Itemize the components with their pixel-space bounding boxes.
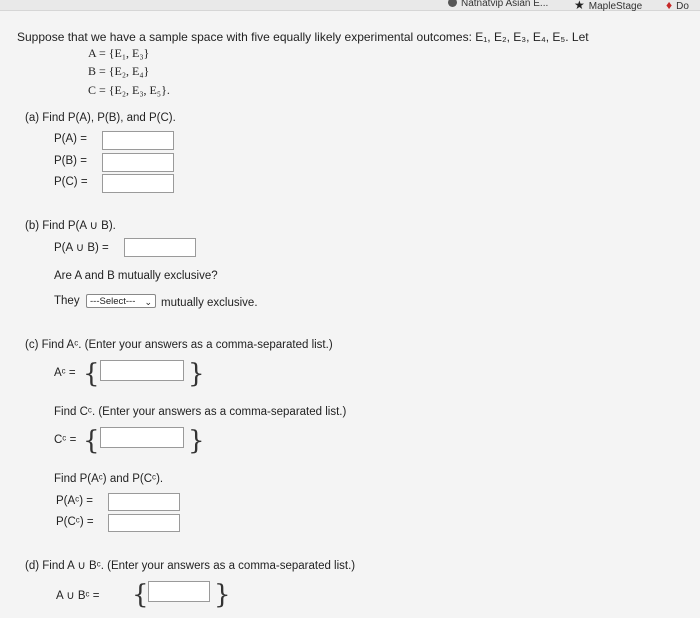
left-brace: { (83, 426, 100, 456)
part-b-prompt: (b) Find P(A ∪ B). (25, 220, 116, 232)
chevron-down-icon: ⌄ (144, 297, 152, 307)
pa-label: P(A) = (54, 133, 87, 145)
pb-input[interactable] (102, 153, 174, 172)
question-panel: Suppose that we have a sample space with… (0, 0, 700, 618)
set-c: C = {E₂, E₃, E₅}. (88, 83, 170, 97)
pc-label: P(C) = (54, 176, 88, 188)
part-d-prompt: (d) Find A ∪ Bᶜ. (Enter your answers as … (25, 560, 356, 572)
pb-label: P(B) = (54, 155, 87, 167)
pcc-label: P(Cᶜ) = (56, 516, 94, 528)
aubc-input[interactable] (148, 581, 210, 602)
right-brace: } (188, 359, 205, 389)
pc-input[interactable] (102, 174, 174, 193)
part-a-prompt: (a) Find P(A), P(B), and P(C). (25, 112, 176, 124)
aubc-label: A ∪ Bᶜ = (56, 590, 100, 602)
left-brace: { (83, 359, 100, 389)
pcc-input[interactable] (108, 514, 180, 532)
part-c-prompt3: Find P(Aᶜ) and P(Cᶜ). (54, 473, 164, 485)
set-a: A = {E₁, E₃} (88, 46, 150, 60)
right-brace: } (214, 580, 231, 610)
ac-input[interactable] (100, 360, 184, 381)
they-label: They (54, 295, 80, 307)
pab-label: P(A ∪ B) = (54, 242, 109, 254)
pa-input[interactable] (102, 131, 174, 150)
cc-input[interactable] (100, 427, 184, 448)
part-c-prompt: (c) Find Aᶜ. (Enter your answers as a co… (25, 339, 333, 351)
ac-label: Aᶜ = (54, 367, 76, 379)
part-c-prompt2: Find Cᶜ. (Enter your answers as a comma-… (54, 406, 347, 418)
left-brace: { (132, 580, 149, 610)
pab-input[interactable] (124, 238, 196, 257)
right-brace: } (188, 426, 205, 456)
mutual-question: Are A and B mutually exclusive? (54, 270, 218, 282)
set-b: B = {E₂, E₄} (88, 64, 150, 78)
pac-label: P(Aᶜ) = (56, 495, 93, 507)
mutually-exclusive-select[interactable]: ---Select--- ⌄ (86, 294, 156, 308)
mutual-after: mutually exclusive. (161, 297, 258, 309)
intro-text: Suppose that we have a sample space with… (17, 30, 589, 44)
cc-label: Cᶜ = (54, 434, 77, 446)
pac-input[interactable] (108, 493, 180, 511)
